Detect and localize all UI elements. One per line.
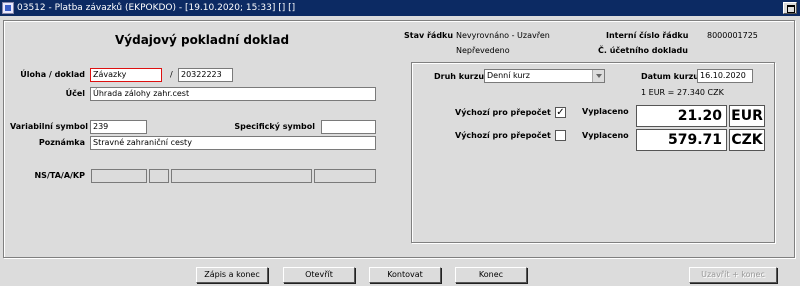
title-bar: 03512 - Platba závazků (EKPOKDO) - [19.1… <box>0 0 800 16</box>
vychozi-label-2: Výchozí pro přepočet <box>455 131 551 140</box>
druh-select[interactable]: Denní kurz <box>484 69 605 83</box>
druh-label: Druh kurzu <box>434 72 485 81</box>
vyplaceno-label-1: Vyplaceno <box>582 107 629 116</box>
stav-value-1: Nevyrovnáno - Uzavřen <box>456 31 550 40</box>
vychozi-checkbox-1[interactable]: ✓ <box>555 107 566 118</box>
otevrit-button[interactable]: Otevřít <box>283 267 355 283</box>
uzavrit-a-konec-button[interactable]: Uzavřít + konec <box>689 267 777 283</box>
kontovat-button[interactable]: Kontovat <box>369 267 441 283</box>
ucel-field[interactable]: Úhrada zálohy zahr.cest <box>90 87 376 101</box>
spec-symbol-label: Specifický symbol <box>234 122 315 131</box>
window-title: 03512 - Platba závazků (EKPOKDO) - [19.1… <box>17 3 296 13</box>
druh-value: Denní kurz <box>487 71 530 80</box>
ucetni-label: Č. účetního dokladu <box>598 46 688 55</box>
interni-label: Interní číslo řádku <box>606 31 689 40</box>
currency-czk-label: CZK <box>729 129 765 151</box>
doklad-separator: / <box>170 70 173 79</box>
var-symbol-label: Variabilní symbol <box>10 122 88 131</box>
currency-eur-label: EUR <box>729 105 765 127</box>
stav-label: Stav řádku <box>404 31 454 40</box>
ns-label: NS/TA/A/KP <box>34 171 85 180</box>
uloha-label: Úloha / doklad <box>20 70 85 79</box>
vyplaceno-czk-field[interactable]: 579.71 <box>636 129 727 151</box>
vyplaceno-eur-field[interactable]: 21.20 <box>636 105 727 127</box>
poznamka-field[interactable]: Stravné zahraniční cesty <box>90 136 376 150</box>
ns-field-2[interactable] <box>149 169 169 183</box>
ns-field-4[interactable] <box>314 169 376 183</box>
vyplaceno-label-2: Vyplaceno <box>582 131 629 140</box>
datum-label: Datum kurzu <box>641 72 699 81</box>
form-heading: Výdajový pokladní doklad <box>115 33 290 47</box>
uloha-field[interactable]: Závazky <box>90 68 162 82</box>
doklad-field[interactable]: 20322223 <box>178 68 233 82</box>
app-icon <box>2 2 14 14</box>
vychozi-label-1: Výchozí pro přepočet <box>455 108 551 117</box>
spec-symbol-field[interactable] <box>321 120 376 134</box>
ucel-label: Účel <box>65 89 85 98</box>
vychozi-checkbox-2[interactable] <box>555 130 566 141</box>
datum-field[interactable]: 16.10.2020 <box>697 69 753 83</box>
ns-field-3[interactable] <box>171 169 312 183</box>
uzavrit-a-konec-label: Uzavřít + konec <box>701 270 765 279</box>
konec-button[interactable]: Konec <box>455 267 527 283</box>
rate-left: 1 EUR = <box>641 88 675 97</box>
interni-value: 8000001725 <box>707 31 758 40</box>
ns-field-1[interactable] <box>91 169 147 183</box>
stav-value-2: Nepřevedeno <box>456 46 510 55</box>
chevron-down-icon[interactable] <box>592 70 604 82</box>
rate-right: 27.340 CZK <box>677 88 724 97</box>
var-symbol-field[interactable]: 239 <box>90 120 147 134</box>
zapis-a-konec-button[interactable]: Zápis a konec <box>196 267 268 283</box>
maximize-button[interactable] <box>783 2 797 14</box>
poznamka-label: Poznámka <box>38 138 85 147</box>
